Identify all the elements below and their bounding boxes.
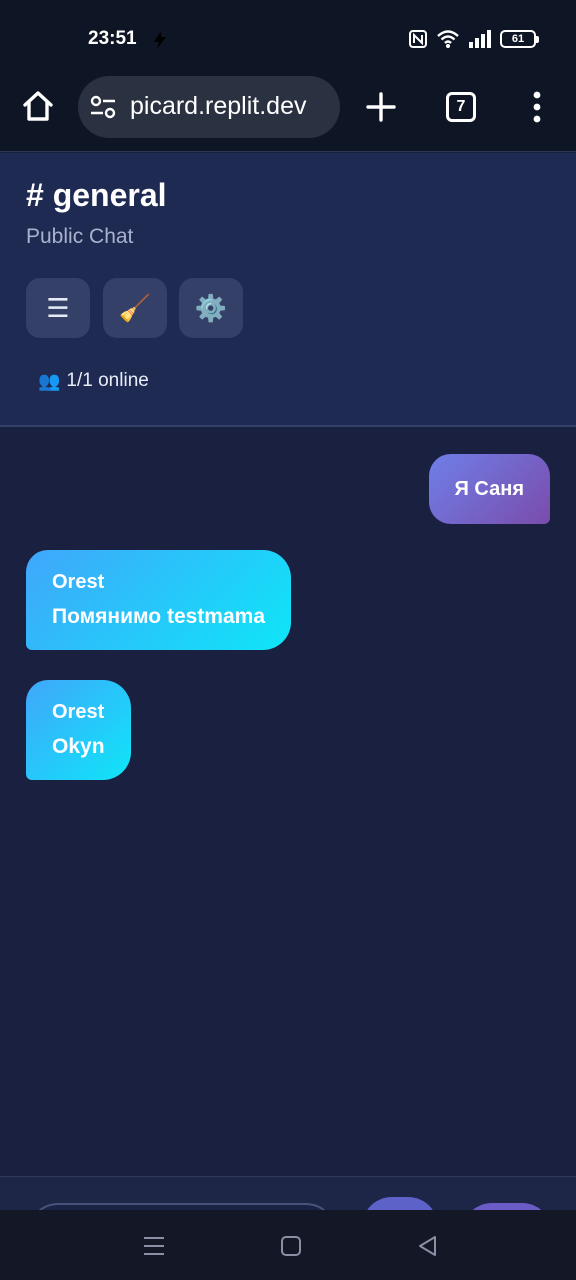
- message-input[interactable]: [28, 1203, 336, 1210]
- tabs-icon[interactable]: 7: [446, 92, 476, 122]
- channel-title: # general: [26, 177, 167, 213]
- plus-icon[interactable]: [364, 90, 398, 124]
- message-incoming: Orest Помянимо testmama: [26, 550, 291, 650]
- menu-button[interactable]: ☰: [26, 278, 90, 338]
- signal-icon: [469, 30, 491, 48]
- site-settings-icon[interactable]: [90, 95, 116, 119]
- clear-chat-button[interactable]: 🧹: [103, 278, 167, 338]
- more-vert-icon[interactable]: [524, 90, 550, 124]
- tab-count: 7: [456, 98, 466, 115]
- gear-icon: ⚙️: [194, 292, 228, 323]
- url-text[interactable]: picard.replit.dev: [130, 92, 330, 121]
- attach-button[interactable]: [362, 1197, 438, 1210]
- menu-icon: ☰: [46, 292, 70, 323]
- browser-toolbar: picard.replit.dev 7: [0, 76, 576, 152]
- wifi-icon: [437, 30, 459, 48]
- message-sender: Orest: [52, 571, 105, 593]
- home-nav-icon[interactable]: [279, 1234, 303, 1258]
- battery-level: 61: [511, 33, 525, 45]
- recents-icon[interactable]: [142, 1234, 166, 1258]
- chat-header: # general Public Chat ☰ 🧹 ⚙️ 👥 1/1 onlin…: [0, 153, 576, 427]
- message-composer: [0, 1176, 576, 1210]
- people-icon: 👥: [38, 370, 61, 391]
- nfc-icon: [409, 30, 427, 48]
- system-nav-bar: [0, 1210, 576, 1280]
- battery-icon: 61: [500, 30, 539, 48]
- message-list[interactable]: Я Саня Orest Помянимо testmama Orest Oky…: [0, 428, 576, 1176]
- status-time: 23:51: [88, 28, 137, 49]
- message-sender: Orest: [52, 701, 105, 723]
- online-indicator: 👥 1/1 online: [38, 370, 149, 392]
- status-icons: 61: [408, 28, 539, 50]
- send-button[interactable]: [462, 1203, 552, 1210]
- message-text: Помянимо testmama: [52, 605, 265, 628]
- settings-button[interactable]: ⚙️: [179, 278, 243, 338]
- back-icon[interactable]: [416, 1234, 440, 1258]
- message-incoming: Orest Okyn: [26, 680, 131, 780]
- status-bar: 23:51 61: [0, 0, 576, 76]
- message-outgoing: Я Саня: [428, 454, 550, 524]
- online-count: 1/1 online: [66, 370, 149, 391]
- url-bar[interactable]: picard.replit.dev: [78, 76, 340, 138]
- message-text: Okyn: [52, 735, 105, 758]
- lightning-bolt-icon: [154, 31, 166, 49]
- home-icon[interactable]: [20, 88, 56, 124]
- channel-subtitle: Public Chat: [26, 225, 134, 248]
- message-text: Я Саня: [454, 477, 525, 500]
- broom-icon: 🧹: [118, 292, 152, 323]
